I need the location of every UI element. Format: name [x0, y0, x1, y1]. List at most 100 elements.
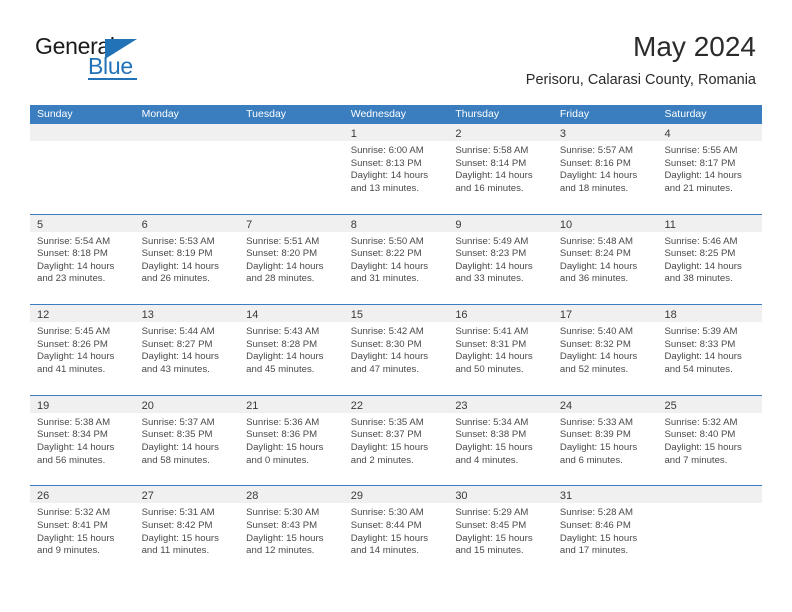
calendar-day-cell-31[interactable]: 31 Sunrise: 5:28 AM Sunset: 8:46 PM Dayligh… — [552, 486, 658, 576]
day-detail-line: and 54 minutes. — [664, 363, 733, 375]
day-detail-line: Sunrise: 5:33 AM — [559, 416, 633, 428]
day-number: 25 — [664, 399, 677, 412]
empty-day-band — [30, 124, 135, 141]
day-detail-line: and 2 minutes. — [350, 454, 414, 466]
day-number-band: 14 — [239, 305, 344, 323]
day-detail-line: and 43 minutes. — [141, 363, 210, 375]
calendar-day-cell-21[interactable]: 21 Sunrise: 5:36 AM Sunset: 8:36 PM Dayligh… — [239, 395, 344, 486]
calendar-day-cell-20[interactable]: 20 Sunrise: 5:37 AM Sunset: 8:35 PM Dayligh… — [134, 395, 240, 486]
day-detail-line: and 21 minutes. — [664, 182, 733, 194]
calendar-day-cell-11[interactable]: 11 Sunrise: 5:46 AM Sunset: 8:25 PM Dayligh… — [657, 214, 763, 305]
calendar-day-cell-4[interactable]: 4 Sunrise: 5:55 AM Sunset: 8:17 PM Daylight… — [657, 124, 763, 214]
day-details: Sunrise: 5:35 AM Sunset: 8:37 PM Daylight:… — [344, 413, 449, 467]
calendar-day-cell-16[interactable]: 16 Sunrise: 5:41 AM Sunset: 8:31 PM Dayligh… — [448, 305, 553, 395]
day-detail-line: and 58 minutes. — [141, 454, 210, 466]
calendar-day-cell-27[interactable]: 27 Sunrise: 5:31 AM Sunset: 8:42 PM Dayligh… — [134, 486, 240, 576]
calendar-day-cell-26[interactable]: 26 Sunrise: 5:32 AM Sunset: 8:41 PM Dayligh… — [30, 486, 135, 576]
calendar-day-cell-9[interactable]: 9 Sunrise: 5:49 AM Sunset: 8:23 PM Daylight… — [448, 214, 553, 305]
calendar-day-cell-empty — [239, 124, 344, 214]
logo-text-blue: Blue — [88, 53, 133, 79]
day-detail-line: Sunrise: 5:48 AM — [559, 235, 633, 247]
calendar-weeks: 1 Sunrise: 6:00 AM Sunset: 8:13 PM Daylight… — [30, 124, 763, 576]
day-details: Sunrise: 5:49 AM Sunset: 8:23 PM Daylight:… — [448, 232, 553, 286]
day-number-band: 5 — [30, 214, 135, 232]
day-number-band: 7 — [239, 214, 344, 232]
empty-day-band — [657, 486, 763, 504]
day-detail-line: Sunset: 8:13 PM — [350, 157, 422, 169]
day-number: 7 — [246, 218, 253, 231]
day-details: Sunrise: 5:28 AM Sunset: 8:46 PM Daylight:… — [553, 503, 658, 557]
calendar-day-cell-14[interactable]: 14 Sunrise: 5:43 AM Sunset: 8:28 PM Dayligh… — [239, 305, 344, 395]
day-detail-line: Daylight: 15 hours — [350, 532, 429, 544]
day-number-band: 30 — [448, 486, 553, 504]
day-details: Sunrise: 5:32 AM Sunset: 8:41 PM Daylight:… — [30, 503, 135, 557]
calendar-day-cell-19[interactable]: 19 Sunrise: 5:38 AM Sunset: 8:34 PM Dayligh… — [30, 395, 135, 486]
day-detail-line: Daylight: 14 hours — [664, 260, 742, 272]
calendar-day-cell-29[interactable]: 29 Sunrise: 5:30 AM Sunset: 8:44 PM Dayligh… — [343, 486, 449, 576]
day-detail-line: and 56 minutes. — [37, 454, 106, 466]
day-details: Sunrise: 5:39 AM Sunset: 8:33 PM Daylight:… — [657, 322, 762, 376]
day-detail-line: Daylight: 15 hours — [455, 532, 533, 544]
calendar-day-cell-30[interactable]: 30 Sunrise: 5:29 AM Sunset: 8:45 PM Dayligh… — [448, 486, 553, 576]
calendar-day-cell-3[interactable]: 3 Sunrise: 5:57 AM Sunset: 8:16 PM Daylight… — [552, 124, 658, 214]
calendar-day-cell-22[interactable]: 22 Sunrise: 5:35 AM Sunset: 8:37 PM Dayligh… — [343, 395, 449, 486]
day-detail-line: Daylight: 14 hours — [350, 260, 429, 272]
weekday-header-row: Sunday Monday Tuesday Wednesday Thursday Frid… — [30, 105, 762, 124]
calendar-day-cell-12[interactable]: 12 Sunrise: 5:45 AM Sunset: 8:26 PM Dayligh… — [30, 305, 135, 395]
calendar-day-cell-8[interactable]: 8 Sunrise: 5:50 AM Sunset: 8:22 PM Daylight… — [343, 214, 449, 305]
day-detail-line: Daylight: 15 hours — [559, 532, 638, 544]
weekday-header-thursday: Thursday — [455, 108, 500, 120]
day-number-band: 15 — [343, 305, 449, 323]
calendar-day-cell-24[interactable]: 24 Sunrise: 5:33 AM Sunset: 8:39 PM Dayligh… — [552, 395, 658, 486]
day-detail-line: Sunset: 8:42 PM — [141, 519, 213, 531]
calendar-day-cell-empty — [30, 124, 135, 214]
weekday-header-tuesday: Tuesday — [246, 108, 287, 120]
day-detail-line: and 26 minutes. — [141, 273, 210, 285]
day-detail-line: Sunrise: 5:55 AM — [664, 145, 738, 156]
page-header: General Blue May 2024 Perisoru, Calarasi… — [0, 0, 792, 104]
day-number-band: 19 — [30, 395, 135, 413]
day-details: Sunrise: 5:42 AM Sunset: 8:30 PM Daylight:… — [344, 322, 449, 376]
calendar-day-cell-10[interactable]: 10 Sunrise: 5:48 AM Sunset: 8:24 PM Dayligh… — [552, 214, 658, 305]
calendar-day-cell-7[interactable]: 7 Sunrise: 5:51 AM Sunset: 8:20 PM Daylight… — [239, 214, 344, 305]
calendar-day-cell-17[interactable]: 17 Sunrise: 5:40 AM Sunset: 8:32 PM Dayligh… — [552, 305, 658, 395]
calendar-day-cell-25[interactable]: 25 Sunrise: 5:32 AM Sunset: 8:40 PM Dayligh… — [657, 395, 763, 486]
day-detail-line: Sunset: 8:37 PM — [350, 429, 422, 441]
day-detail-line: Daylight: 15 hours — [455, 441, 533, 453]
calendar-day-cell-23[interactable]: 23 Sunrise: 5:34 AM Sunset: 8:38 PM Dayligh… — [448, 395, 553, 486]
calendar-day-cell-28[interactable]: 28 Sunrise: 5:30 AM Sunset: 8:43 PM Dayligh… — [239, 486, 344, 576]
day-number: 17 — [559, 309, 573, 322]
day-detail-line: Sunrise: 5:43 AM — [246, 326, 320, 338]
day-detail-line: and 23 minutes. — [37, 273, 106, 285]
calendar-day-cell-13[interactable]: 13 Sunrise: 5:44 AM Sunset: 8:27 PM Dayligh… — [134, 305, 240, 395]
day-detail-line: Daylight: 14 hours — [664, 351, 742, 363]
day-number-band: 25 — [657, 395, 763, 413]
day-number: 8 — [350, 218, 357, 231]
day-number: 29 — [350, 490, 363, 503]
day-detail-line: Daylight: 14 hours — [455, 260, 533, 272]
calendar-day-cell-18[interactable]: 18 Sunrise: 5:39 AM Sunset: 8:33 PM Dayligh… — [657, 305, 763, 395]
day-detail-line: and 7 minutes. — [664, 454, 728, 466]
calendar-day-cell-5[interactable]: 5 Sunrise: 5:54 AM Sunset: 8:18 PM Daylight… — [30, 214, 135, 305]
day-detail-line: Daylight: 14 hours — [350, 351, 429, 363]
day-details: Sunrise: 6:00 AM Sunset: 8:13 PM Daylight:… — [344, 141, 449, 195]
day-number-band: 3 — [552, 124, 658, 141]
day-detail-line: Sunrise: 5:41 AM — [455, 326, 529, 338]
calendar-page: General Blue May 2024 Perisoru, Calarasi… — [0, 0, 792, 612]
calendar-day-cell-6[interactable]: 6 Sunrise: 5:53 AM Sunset: 8:19 PM Daylight… — [134, 214, 240, 305]
calendar-day-cell-1[interactable]: 1 Sunrise: 6:00 AM Sunset: 8:13 PM Daylight… — [343, 124, 449, 214]
general-blue-logo: General Blue — [35, 33, 215, 81]
day-number: 31 — [559, 490, 573, 503]
day-detail-line: Sunrise: 5:30 AM — [350, 507, 424, 519]
day-details: Sunrise: 5:44 AM Sunset: 8:27 PM Daylight:… — [135, 322, 240, 376]
day-detail-line: Sunrise: 5:44 AM — [141, 326, 215, 338]
day-details: Sunrise: 5:32 AM Sunset: 8:40 PM Daylight:… — [657, 413, 762, 467]
day-detail-line: Daylight: 15 hours — [141, 532, 219, 544]
day-detail-line: Sunrise: 5:31 AM — [141, 507, 215, 519]
day-detail-line: Sunrise: 5:57 AM — [559, 145, 633, 156]
calendar-day-cell-2[interactable]: 2 Sunrise: 5:58 AM Sunset: 8:14 PM Daylight… — [448, 124, 553, 214]
day-detail-line: Daylight: 14 hours — [141, 441, 219, 453]
day-details: Sunrise: 5:41 AM Sunset: 8:31 PM Daylight:… — [448, 322, 553, 376]
calendar-day-cell-15[interactable]: 15 Sunrise: 5:42 AM Sunset: 8:30 PM Dayligh… — [343, 305, 449, 395]
calendar-week-row: 19 Sunrise: 5:38 AM Sunset: 8:34 PM Dayligh… — [30, 394, 763, 486]
